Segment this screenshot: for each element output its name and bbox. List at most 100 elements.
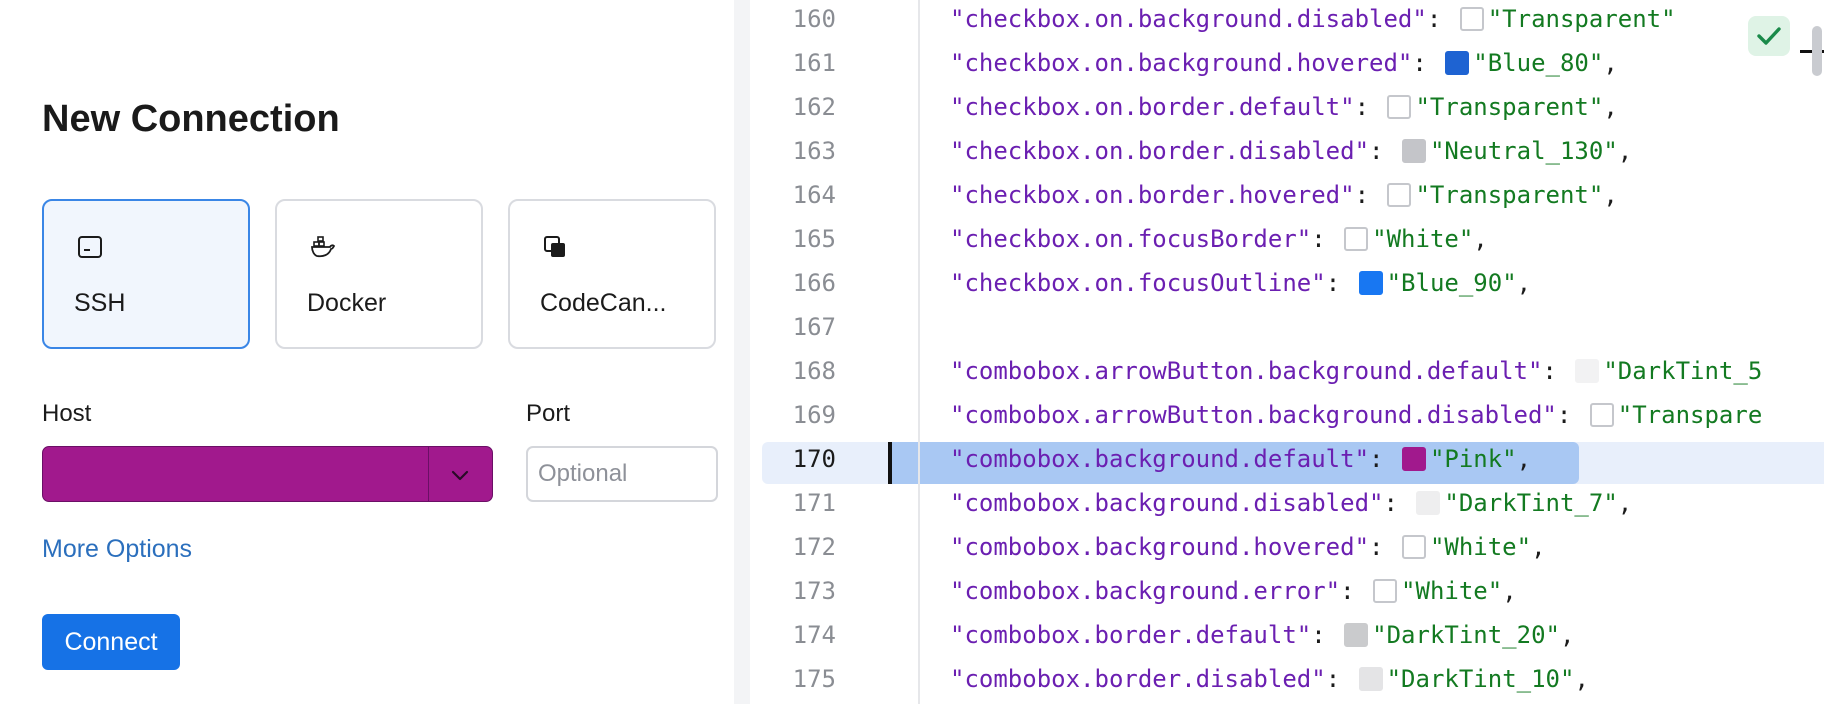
comma: , bbox=[1516, 269, 1532, 297]
colon: : bbox=[1556, 401, 1586, 429]
colon: : bbox=[1369, 533, 1398, 561]
editor-line[interactable]: 168 "combobox.arrowButton.background.defa… bbox=[750, 352, 1824, 396]
color-swatch[interactable] bbox=[1459, 7, 1484, 31]
json-value: "DarkTint_10" bbox=[1386, 665, 1575, 693]
code-text[interactable]: "checkbox.on.focusBorder": "White", bbox=[950, 225, 1488, 253]
editor-line[interactable]: 174 "combobox.border.default": "DarkTint_… bbox=[750, 616, 1824, 660]
editor-line[interactable]: 166 "checkbox.on.focusOutline": "Blue_90"… bbox=[750, 264, 1824, 308]
json-key: "combobox.arrowButton.background.disable… bbox=[950, 401, 1557, 429]
comma: , bbox=[1603, 49, 1618, 77]
json-value: "White" bbox=[1372, 225, 1474, 253]
code-text[interactable]: "combobox.arrowButton.background.default… bbox=[950, 357, 1762, 385]
editor-line[interactable]: 167 bbox=[750, 308, 1824, 352]
more-options-link[interactable]: More Options bbox=[42, 535, 192, 564]
json-value: "DarkTint_5 bbox=[1603, 357, 1763, 385]
editor-line[interactable]: 170 "combobox.background.default": "Pink"… bbox=[750, 440, 1824, 484]
line-number: 165 bbox=[792, 225, 836, 253]
codecanvas-icon bbox=[544, 236, 565, 257]
terminal-icon bbox=[78, 236, 102, 258]
editor-line[interactable]: 162 "checkbox.on.border.default": "Transp… bbox=[750, 88, 1824, 132]
editor-line[interactable]: 163 "checkbox.on.border.disabled": "Neutr… bbox=[750, 132, 1824, 176]
code-text[interactable]: "combobox.background.hovered": "White", bbox=[950, 533, 1546, 561]
comma: , bbox=[1531, 533, 1546, 561]
color-swatch[interactable] bbox=[1387, 95, 1412, 119]
color-swatch[interactable] bbox=[1387, 183, 1412, 207]
comma: , bbox=[1559, 621, 1575, 649]
port-label: Port bbox=[526, 400, 571, 427]
code-editor[interactable]: 160 "checkbox.on.background.disabled": "T… bbox=[750, 0, 1824, 704]
line-number: 167 bbox=[792, 313, 836, 341]
color-swatch[interactable] bbox=[1358, 667, 1383, 691]
editor-line[interactable]: 172 "combobox.background.hovered": "White… bbox=[750, 528, 1824, 572]
line-number: 164 bbox=[792, 181, 836, 209]
editor-line[interactable]: 171 "combobox.background.disabled": "Dark… bbox=[750, 484, 1824, 528]
code-text[interactable]: "checkbox.on.border.default": "Transpare… bbox=[950, 93, 1618, 121]
code-text[interactable]: "combobox.border.default": "DarkTint_20"… bbox=[950, 621, 1574, 649]
inspection-ok-badge[interactable] bbox=[1748, 16, 1790, 56]
json-key: "combobox.background.hovered" bbox=[950, 533, 1370, 561]
ssh-option-label: SSH bbox=[74, 289, 126, 317]
colon: : bbox=[1325, 665, 1355, 693]
code-text[interactable]: "checkbox.on.background.disabled": "Tran… bbox=[950, 5, 1676, 33]
colon: : bbox=[1412, 49, 1442, 77]
color-swatch[interactable] bbox=[1445, 51, 1470, 75]
editor-line[interactable]: 165 "checkbox.on.focusBorder": "White", bbox=[750, 220, 1824, 264]
code-text[interactable]: "checkbox.on.focusOutline": "Blue_90", bbox=[950, 269, 1531, 297]
vertical-scrollbar-thumb[interactable] bbox=[1812, 26, 1822, 76]
code-text[interactable]: "combobox.background.error": "White", bbox=[950, 577, 1517, 605]
color-swatch[interactable] bbox=[1416, 491, 1441, 515]
connect-button[interactable]: Connect bbox=[42, 614, 180, 670]
editor-line[interactable]: 160 "checkbox.on.background.disabled": "T… bbox=[750, 0, 1824, 44]
color-swatch[interactable] bbox=[1589, 403, 1614, 427]
color-swatch[interactable] bbox=[1358, 271, 1383, 295]
editor-line[interactable]: 161 "checkbox.on.background.hovered": "Bl… bbox=[750, 44, 1824, 88]
line-number: 168 bbox=[792, 357, 836, 385]
json-key: "checkbox.on.background.hovered" bbox=[950, 49, 1413, 77]
colon: : bbox=[1325, 269, 1355, 297]
code-text[interactable]: "combobox.border.disabled": "DarkTint_10… bbox=[950, 665, 1589, 693]
code-text[interactable]: "combobox.arrowButton.background.disable… bbox=[950, 401, 1762, 429]
color-swatch[interactable] bbox=[1401, 447, 1426, 471]
chevron-down-icon[interactable] bbox=[448, 463, 472, 487]
json-value: "DarkTint_7" bbox=[1444, 489, 1618, 517]
color-swatch[interactable] bbox=[1401, 535, 1426, 559]
docker-option-card[interactable]: Docker bbox=[275, 199, 483, 349]
colon: : bbox=[1311, 621, 1341, 649]
color-swatch[interactable] bbox=[1401, 139, 1426, 163]
code-text[interactable]: "combobox.background.disabled": "DarkTin… bbox=[950, 489, 1632, 517]
splitter[interactable] bbox=[734, 0, 750, 704]
json-key: "checkbox.on.background.disabled" bbox=[950, 5, 1427, 33]
page-title: New Connection bbox=[42, 98, 340, 140]
colon: : bbox=[1426, 5, 1456, 33]
json-key: "checkbox.on.border.disabled" bbox=[950, 137, 1370, 165]
json-value: "Blue_80" bbox=[1473, 49, 1604, 77]
text-caret bbox=[888, 442, 892, 484]
colon: : bbox=[1542, 357, 1572, 385]
json-key: "checkbox.on.focusOutline" bbox=[950, 269, 1326, 297]
new-connection-panel: New Connection SSH Docker CodeCan... Hos… bbox=[0, 0, 734, 704]
ssh-option-card[interactable]: SSH bbox=[42, 199, 250, 349]
color-swatch[interactable] bbox=[1575, 359, 1600, 383]
docker-option-label: Docker bbox=[307, 289, 387, 317]
code-text[interactable]: "checkbox.on.border.disabled": "Neutral_… bbox=[950, 137, 1632, 165]
editor-line[interactable]: 164 "checkbox.on.border.hovered": "Transp… bbox=[750, 176, 1824, 220]
code-text[interactable]: "combobox.background.default": "Pink", bbox=[950, 445, 1531, 473]
codecanvas-option-card[interactable]: CodeCan... bbox=[508, 199, 716, 349]
json-key: "checkbox.on.border.default" bbox=[950, 93, 1355, 121]
editor-line[interactable]: 175 "combobox.border.disabled": "DarkTint… bbox=[750, 660, 1824, 704]
code-text[interactable]: "checkbox.on.border.hovered": "Transpare… bbox=[950, 181, 1618, 209]
json-key: "combobox.background.disabled" bbox=[950, 489, 1384, 517]
comma: , bbox=[1574, 665, 1589, 693]
colon: : bbox=[1369, 137, 1398, 165]
port-input[interactable] bbox=[526, 446, 718, 502]
comma: , bbox=[1617, 137, 1633, 165]
editor-line[interactable]: 173 "combobox.background.error": "White", bbox=[750, 572, 1824, 616]
color-swatch[interactable] bbox=[1373, 579, 1398, 603]
code-text[interactable]: "checkbox.on.background.hovered": "Blue_… bbox=[950, 49, 1618, 77]
comma: , bbox=[1473, 225, 1488, 253]
color-swatch[interactable] bbox=[1344, 227, 1369, 251]
color-swatch[interactable] bbox=[1344, 623, 1369, 647]
editor-line[interactable]: 169 "combobox.arrowButton.background.disa… bbox=[750, 396, 1824, 440]
json-key: "checkbox.on.border.hovered" bbox=[950, 181, 1355, 209]
host-combobox[interactable] bbox=[42, 446, 493, 502]
